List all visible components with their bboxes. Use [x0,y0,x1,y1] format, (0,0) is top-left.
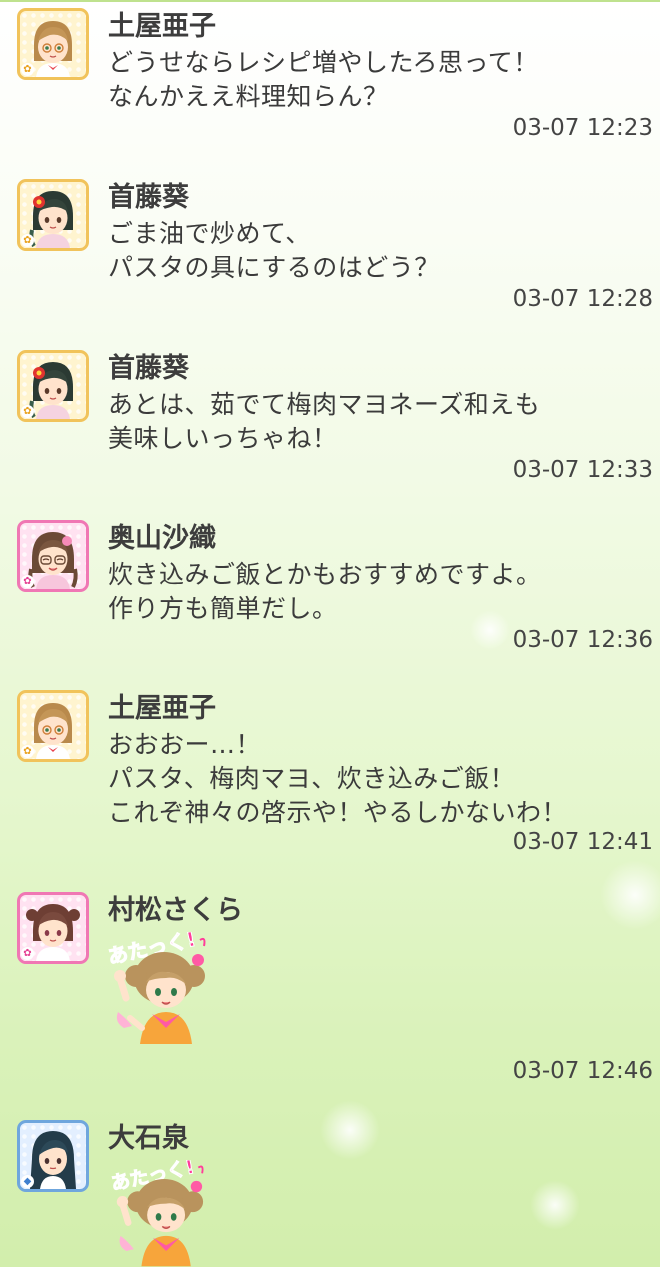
cute-type-icon: ✿ [21,405,34,418]
message-timestamp: 03-07 12:23 [512,115,653,141]
message-timestamp: 03-07 12:36 [512,627,653,653]
message-text: 炊き込みご飯とかもおすすめですよ。 作り方も簡単だし。 [108,560,542,623]
cute-type-icon: ✿ [21,234,34,247]
message-timestamp: 03-07 12:33 [512,457,653,483]
sender-name: 奥山沙織 [108,523,216,554]
ako-avatar-icon[interactable]: ✿ [17,8,89,80]
message-timestamp: 03-07 12:41 [512,829,653,855]
background-sparkle [320,1100,380,1160]
attack-sticker[interactable]: あたっく! [106,1160,230,1270]
sakura-avatar-icon[interactable]: ✿ [17,892,89,964]
message-text: あとは、茹でて梅肉マヨネーズ和えも 美味しいっちゃね！ [108,390,541,453]
cute-type-icon: ✿ [21,745,34,758]
cool-type-icon: ◆ [21,1175,34,1188]
message-text: どうせならレシピ増やしたろ思って！ なんかええ料理知らん？ [108,48,539,111]
background-sparkle [530,1180,580,1230]
cute-type-icon: ✿ [21,63,34,76]
sender-name: 土屋亜子 [108,693,216,724]
background-sparkle [600,860,660,930]
saori-avatar-icon[interactable]: ✿ [17,520,89,592]
sender-name: 土屋亜子 [108,11,216,42]
attack-sticker[interactable]: あたっく! [106,932,230,1048]
aoi-avatar-icon[interactable]: ✿ [17,350,89,422]
sender-name: 首藤葵 [108,182,189,213]
message-timestamp: 03-07 12:28 [512,286,653,312]
izumi-avatar-icon[interactable]: ◆ [17,1120,89,1192]
message-timestamp: 03-07 12:46 [512,1058,653,1084]
aoi-avatar-icon[interactable]: ✿ [17,179,89,251]
sender-name: 大石泉 [108,1123,189,1154]
top-divider [0,0,660,2]
message-text: おおおー…！ パスタ、梅肉マヨ、炊き込みご飯！ これぞ神々の啓示や！やるしかない… [108,730,568,827]
sender-name: 首藤葵 [108,353,189,384]
cute-type-icon: ✿ [21,575,34,588]
message-text: ごま油で炒めて、 パスタの具にするのはどう？ [108,219,440,282]
sender-name: 村松さくら [108,895,243,926]
ako-avatar-icon[interactable]: ✿ [17,690,89,762]
cute-type-icon: ✿ [21,947,34,960]
